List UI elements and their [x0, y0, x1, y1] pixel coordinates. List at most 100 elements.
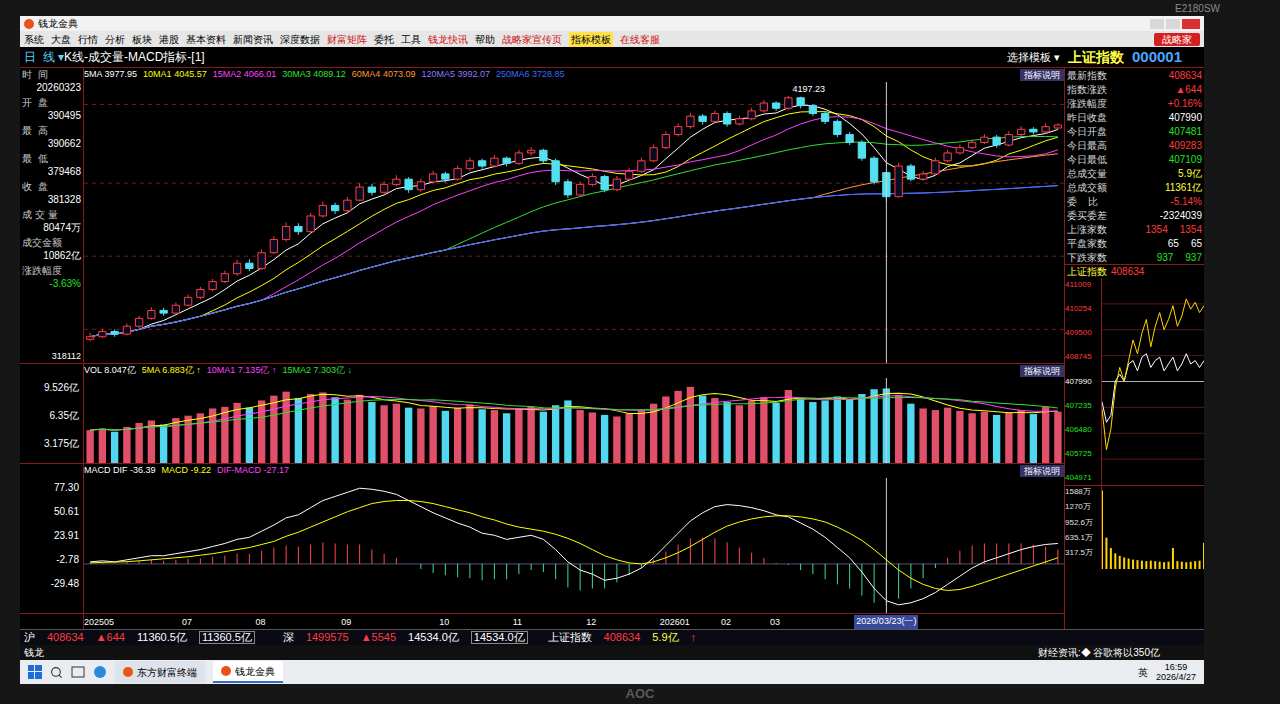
volume-bar — [919, 408, 926, 463]
ma-legend: 5MA 3977.9510MA1 4045.5715MA2 4066.0130M… — [84, 68, 1064, 82]
ime-indicator[interactable]: 英 — [1138, 665, 1148, 680]
candle — [184, 295, 191, 307]
maximize-button[interactable] — [1166, 19, 1180, 29]
strategist-button[interactable]: 战略家 — [1154, 33, 1200, 46]
quote-panel: 最新指数408634指数涨跌▲644涨跌幅度+0.16%昨日收盘407990今日… — [1064, 68, 1204, 629]
menu-item[interactable]: 战略家宣传页 — [502, 32, 562, 47]
menu-item[interactable]: 新闻资讯 — [233, 32, 273, 47]
info-item: 最 低379468 — [22, 152, 81, 178]
candle — [368, 184, 375, 196]
macd-bar — [592, 564, 593, 589]
volume-bar — [1123, 558, 1125, 569]
candle — [895, 163, 902, 198]
macd-bar — [286, 546, 287, 564]
volume-bar — [1203, 543, 1204, 569]
menu-item[interactable]: 港股 — [159, 32, 179, 47]
candle — [552, 159, 559, 185]
taskbar-app[interactable]: 钱龙金典 — [213, 661, 283, 683]
legend-item: 250MA6 3728.85 — [496, 68, 565, 82]
volume-bar — [160, 425, 167, 463]
price-chart: 4197.23 — [84, 82, 1064, 363]
macd-bar — [825, 564, 826, 579]
volume-bar — [1159, 562, 1161, 569]
intraday-volume-chart — [1102, 486, 1204, 569]
volume-bar — [344, 400, 351, 463]
menu-item[interactable]: 行情 — [78, 32, 98, 47]
macd-bar — [298, 547, 299, 564]
volume-bar — [478, 409, 485, 463]
news-ticker[interactable]: 财经资讯:◆ 谷歌将以350亿 — [1038, 645, 1160, 660]
menu-item[interactable]: 系统 — [24, 32, 44, 47]
candle — [907, 164, 914, 181]
search-icon[interactable] — [50, 666, 63, 679]
menu-item[interactable]: 指标模板 — [569, 32, 613, 47]
task-view-icon[interactable] — [71, 666, 85, 678]
menu-item[interactable]: 大盘 — [51, 32, 71, 47]
cursor-date-label: 2026/03/23(一) — [854, 615, 918, 629]
macd-bar — [604, 564, 605, 589]
volume-bar — [1154, 561, 1156, 569]
monitor: E2180SW钱龙金典系统大盘行情分析板块港股基本资料新闻资讯深度数据财富矩阵委… — [0, 0, 1280, 704]
menu-item[interactable]: 在线客服 — [620, 32, 660, 47]
volume-bar — [981, 412, 988, 463]
volume-bar — [368, 402, 375, 463]
candle — [748, 108, 755, 121]
candle — [1042, 123, 1049, 133]
candle — [160, 308, 167, 316]
menu-item[interactable]: 工具 — [401, 32, 421, 47]
legend-item: 120MA5 3992.07 — [421, 68, 490, 82]
news-bar: 钱龙财经资讯:◆ 谷歌将以350亿 — [20, 645, 1204, 660]
menu-item[interactable]: 财富矩阵 — [327, 32, 367, 47]
macd-bar — [567, 564, 568, 588]
menu-item[interactable]: 分析 — [105, 32, 125, 47]
legend-item: 60MA4 4073.09 — [352, 68, 416, 82]
volume-bar — [1102, 491, 1103, 569]
menu-item[interactable]: 基本资料 — [186, 32, 226, 47]
candle — [956, 145, 963, 155]
candle — [123, 324, 130, 336]
candle — [429, 171, 436, 184]
menu-item[interactable]: 帮助 — [475, 32, 495, 47]
macd-legend: MACD DIF -36.39MACD -9.22DIF-MACD -27.17… — [84, 464, 1064, 478]
macd-bar — [763, 558, 764, 564]
period-selector[interactable]: 日 线 — [24, 48, 58, 66]
indicator-note[interactable]: 指标说明 — [1020, 69, 1064, 81]
close-button[interactable] — [1182, 19, 1200, 29]
macd-bar — [727, 542, 728, 563]
taskbar-app[interactable]: 东方财富终端 — [115, 661, 205, 683]
browser-icon[interactable] — [93, 665, 107, 679]
minimize-button[interactable] — [1150, 19, 1164, 29]
candle — [148, 307, 155, 319]
candle — [86, 333, 93, 342]
x-axis-label: 202505 — [84, 616, 114, 630]
candle — [197, 287, 204, 300]
quote-row: 指数涨跌▲644 — [1067, 82, 1202, 96]
volume-bar — [1141, 561, 1143, 569]
candle — [331, 203, 338, 214]
volume-bar — [809, 402, 816, 463]
quote-row: 昨日收盘407990 — [1067, 110, 1202, 124]
legend-item: 10MA1 7.135亿 ↑ — [207, 364, 277, 378]
security-title: 上证指数000001 — [1064, 46, 1204, 69]
indicator-note[interactable]: 指标说明 — [1020, 365, 1064, 377]
template-selector[interactable]: 选择模板 ▾ — [1007, 49, 1060, 66]
volume-legend: VOL 8.047亿5MA 6.883亿 ↑10MA1 7.135亿 ↑15MA… — [84, 364, 1064, 378]
legend-item: 15MA2 7.303亿 ↓ — [282, 364, 352, 378]
candle — [405, 177, 412, 193]
volume-bar — [1119, 556, 1121, 569]
macd-bar — [126, 562, 127, 564]
candle — [258, 250, 265, 270]
menu-item[interactable]: 板块 — [132, 32, 152, 47]
candle — [932, 158, 939, 176]
chart-header: 日 线 ▾K线-成交量-MACD指标-[1]选择模板 ▾上证指数000001 — [20, 47, 1204, 67]
windows-logo-icon[interactable] — [28, 665, 42, 679]
menu-item[interactable]: 委托 — [374, 32, 394, 47]
candle — [858, 140, 865, 160]
menu-item[interactable]: 钱龙快讯 — [428, 32, 468, 47]
legend-item: MACD -9.22 — [162, 464, 212, 478]
indicator-note[interactable]: 指标说明 — [1020, 465, 1064, 477]
info-item: 成交金额10862亿 — [22, 236, 81, 262]
macd-bar — [580, 564, 581, 591]
menu-item[interactable]: 深度数据 — [280, 32, 320, 47]
volume-bar — [135, 423, 142, 463]
